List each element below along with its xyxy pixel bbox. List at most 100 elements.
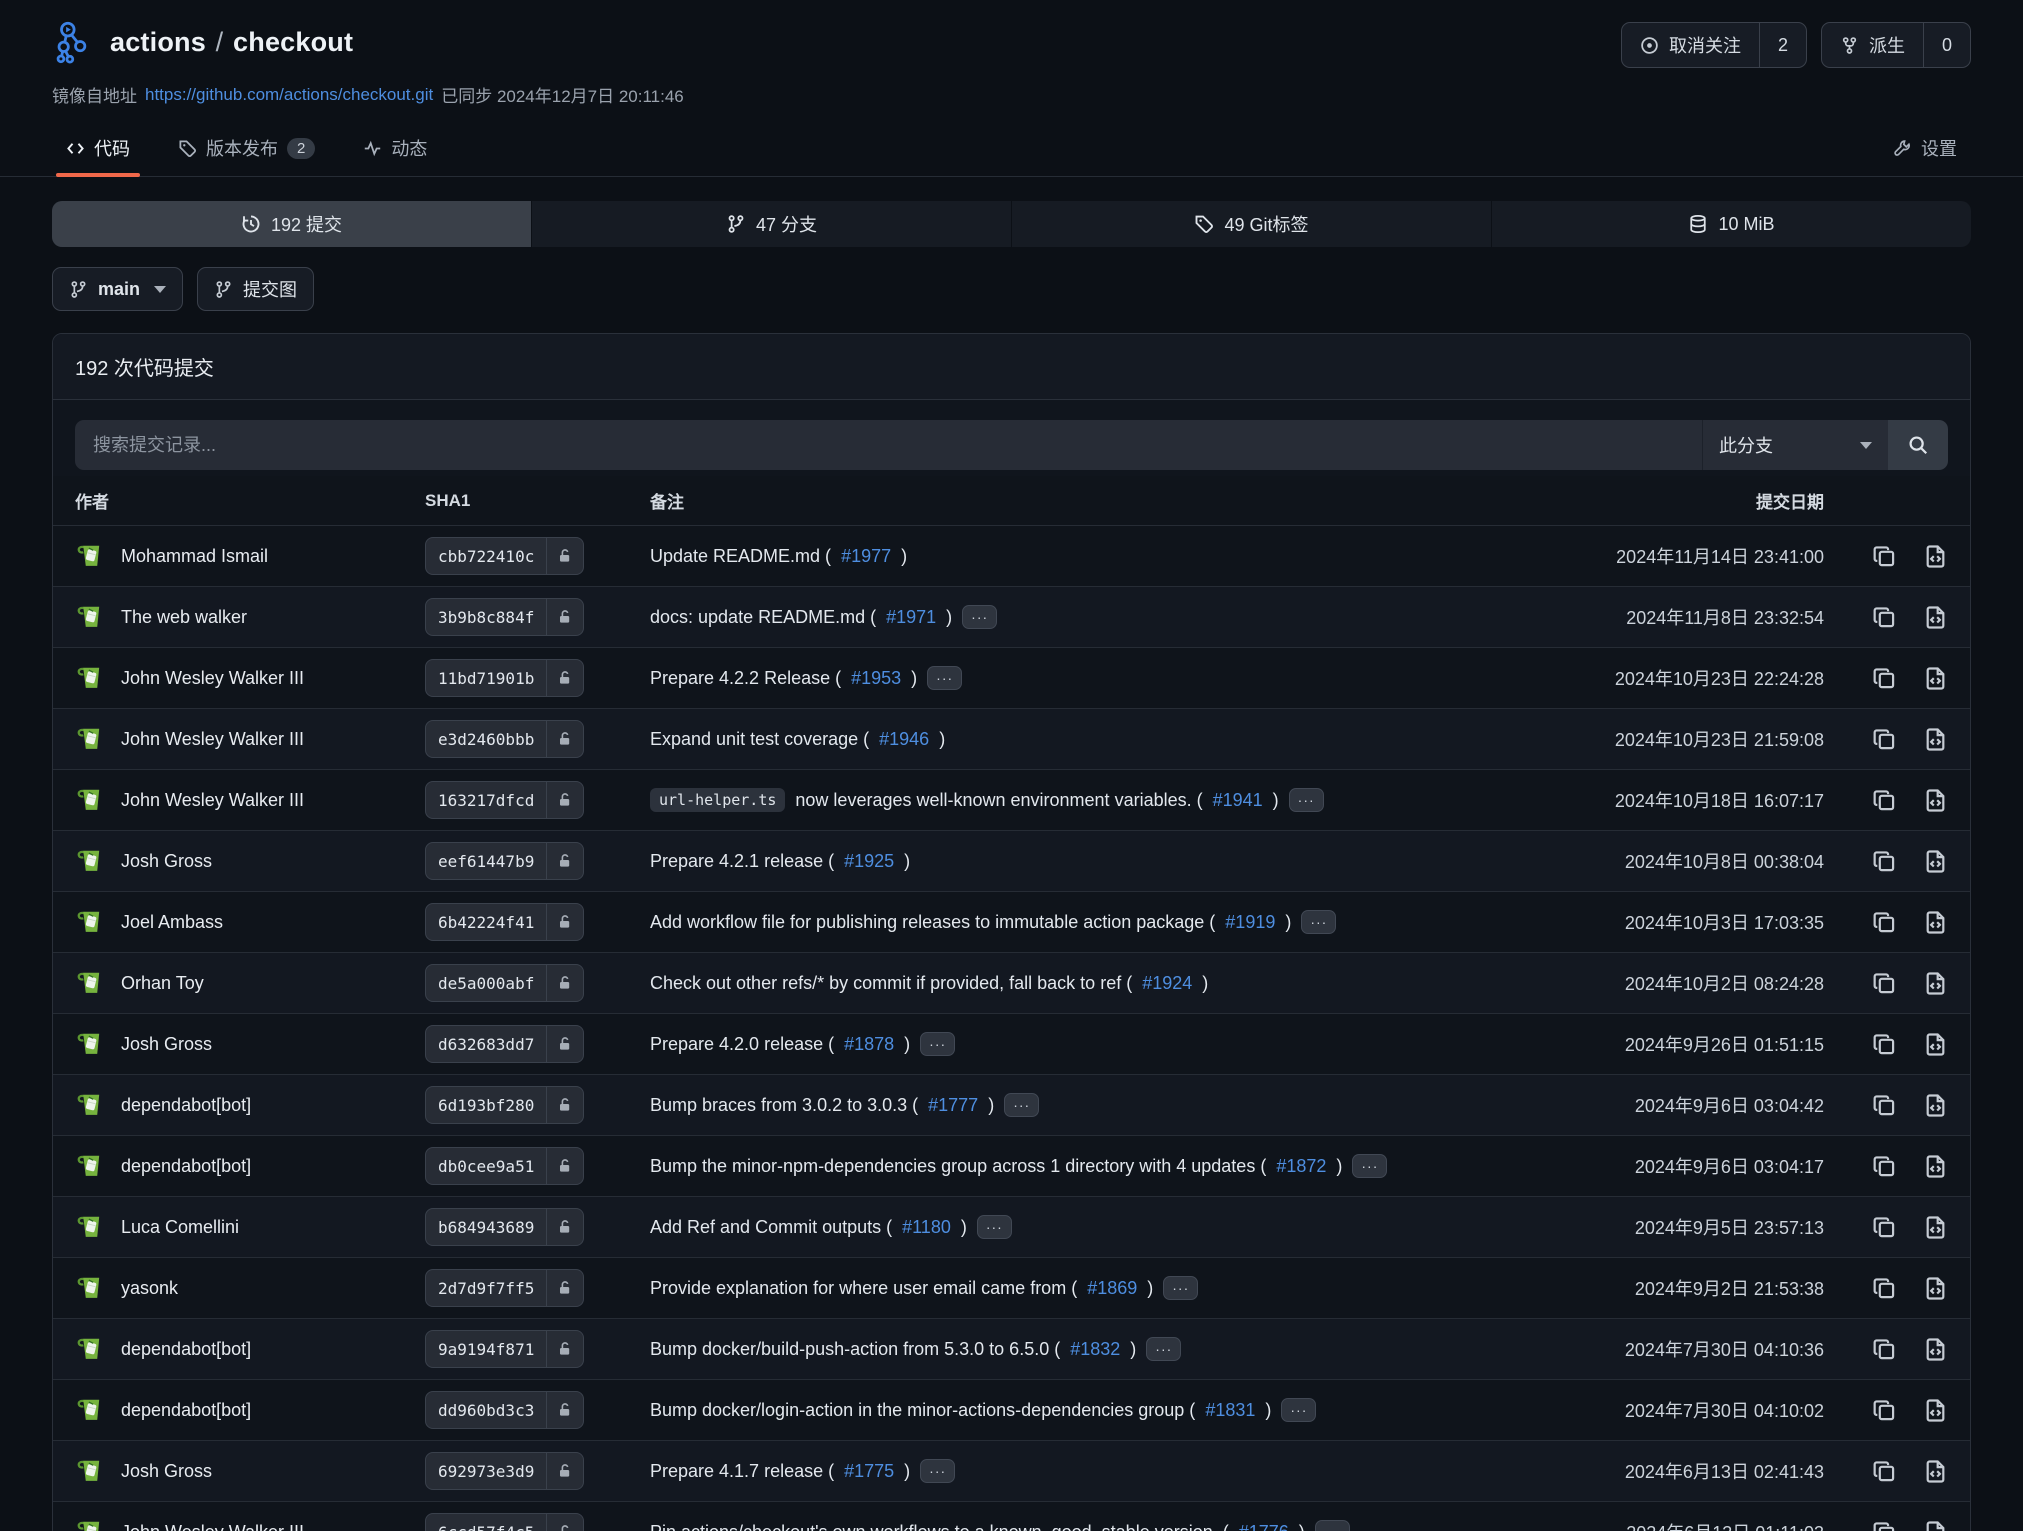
- expand-commit-button[interactable]: ···: [962, 605, 997, 629]
- copy-sha-icon[interactable]: [1872, 788, 1897, 813]
- commit-graph-button[interactable]: 提交图: [197, 267, 314, 311]
- commit-sha-button[interactable]: dd960bd3c3: [425, 1391, 584, 1429]
- view-file-at-commit-icon[interactable]: [1923, 1215, 1948, 1240]
- commit-author[interactable]: Luca Comellini: [121, 1217, 239, 1238]
- branch-selector[interactable]: main: [52, 267, 183, 311]
- copy-sha-icon[interactable]: [1872, 727, 1897, 752]
- issue-link[interactable]: #1971: [886, 607, 936, 628]
- tab-code[interactable]: 代码: [52, 123, 144, 176]
- branch-scope-dropdown[interactable]: 此分支: [1702, 420, 1888, 470]
- copy-sha-icon[interactable]: [1872, 1215, 1897, 1240]
- avatar[interactable]: [75, 541, 105, 571]
- unwatch-button[interactable]: 取消关注 2: [1621, 22, 1807, 68]
- copy-sha-icon[interactable]: [1872, 1032, 1897, 1057]
- copy-sha-icon[interactable]: [1872, 849, 1897, 874]
- expand-commit-button[interactable]: ···: [1146, 1337, 1181, 1361]
- commit-sha-button[interactable]: cbb722410c: [425, 537, 584, 575]
- commit-sha-button[interactable]: 163217dfcd: [425, 781, 584, 819]
- view-file-at-commit-icon[interactable]: [1923, 910, 1948, 935]
- view-file-at-commit-icon[interactable]: [1923, 1276, 1948, 1301]
- issue-link[interactable]: #1925: [844, 851, 894, 872]
- avatar[interactable]: [75, 1517, 105, 1531]
- commit-author[interactable]: Mohammad Ismail: [121, 546, 268, 567]
- avatar[interactable]: [75, 1273, 105, 1303]
- stat-tags[interactable]: 49 Git标签: [1012, 201, 1492, 247]
- issue-link[interactable]: #1775: [844, 1461, 894, 1482]
- commit-author[interactable]: Orhan Toy: [121, 973, 204, 994]
- copy-sha-icon[interactable]: [1872, 1398, 1897, 1423]
- commit-author[interactable]: Josh Gross: [121, 851, 212, 872]
- view-file-at-commit-icon[interactable]: [1923, 727, 1948, 752]
- fork-button[interactable]: 派生 0: [1821, 22, 1971, 68]
- expand-commit-button[interactable]: ···: [1301, 910, 1336, 934]
- commit-sha-button[interactable]: 6b42224f41: [425, 903, 584, 941]
- repo-name-link[interactable]: checkout: [233, 27, 353, 57]
- avatar[interactable]: [75, 724, 105, 754]
- tab-settings[interactable]: 设置: [1879, 123, 1971, 176]
- view-file-at-commit-icon[interactable]: [1923, 544, 1948, 569]
- view-file-at-commit-icon[interactable]: [1923, 1459, 1948, 1484]
- view-file-at-commit-icon[interactable]: [1923, 849, 1948, 874]
- commit-author[interactable]: dependabot[bot]: [121, 1156, 251, 1177]
- issue-link[interactable]: #1180: [902, 1217, 951, 1238]
- commit-author[interactable]: John Wesley Walker III: [121, 790, 304, 811]
- avatar[interactable]: [75, 1029, 105, 1059]
- commit-sha-button[interactable]: 3b9b8c884f: [425, 598, 584, 636]
- watchers-count[interactable]: 2: [1759, 23, 1806, 67]
- issue-link[interactable]: #1832: [1070, 1339, 1120, 1360]
- copy-sha-icon[interactable]: [1872, 1459, 1897, 1484]
- commit-sha-button[interactable]: db0cee9a51: [425, 1147, 584, 1185]
- avatar[interactable]: [75, 602, 105, 632]
- view-file-at-commit-icon[interactable]: [1923, 1154, 1948, 1179]
- commit-author[interactable]: John Wesley Walker III: [121, 1522, 304, 1531]
- commit-author[interactable]: John Wesley Walker III: [121, 729, 304, 750]
- commit-sha-button[interactable]: 11bd71901b: [425, 659, 584, 697]
- commit-sha-button[interactable]: eef61447b9: [425, 842, 584, 880]
- repo-owner-link[interactable]: actions: [110, 27, 206, 57]
- issue-link[interactable]: #1977: [841, 546, 891, 567]
- copy-sha-icon[interactable]: [1872, 971, 1897, 996]
- view-file-at-commit-icon[interactable]: [1923, 971, 1948, 996]
- issue-link[interactable]: #1878: [844, 1034, 894, 1055]
- avatar[interactable]: [75, 663, 105, 693]
- view-file-at-commit-icon[interactable]: [1923, 1032, 1948, 1057]
- commit-author[interactable]: The web walker: [121, 607, 247, 628]
- mirror-url-link[interactable]: https://github.com/actions/checkout.git: [145, 85, 433, 105]
- avatar[interactable]: [75, 1212, 105, 1242]
- view-file-at-commit-icon[interactable]: [1923, 666, 1948, 691]
- commit-author[interactable]: Josh Gross: [121, 1034, 212, 1055]
- commit-sha-button[interactable]: d632683dd7: [425, 1025, 584, 1063]
- expand-commit-button[interactable]: ···: [1352, 1154, 1387, 1178]
- commit-author[interactable]: dependabot[bot]: [121, 1400, 251, 1421]
- commit-author[interactable]: yasonk: [121, 1278, 178, 1299]
- avatar[interactable]: [75, 1090, 105, 1120]
- commit-sha-button[interactable]: 6d193bf280: [425, 1086, 584, 1124]
- commit-sha-button[interactable]: de5a000abf: [425, 964, 584, 1002]
- expand-commit-button[interactable]: ···: [1315, 1520, 1350, 1531]
- commit-sha-button[interactable]: 9a9194f871: [425, 1330, 584, 1368]
- commit-author[interactable]: dependabot[bot]: [121, 1095, 251, 1116]
- issue-link[interactable]: #1869: [1087, 1278, 1137, 1299]
- issue-link[interactable]: #1924: [1142, 973, 1192, 994]
- copy-sha-icon[interactable]: [1872, 1093, 1897, 1118]
- stat-size[interactable]: 10 MiB: [1492, 201, 1971, 247]
- commit-sha-button[interactable]: 6ccd57f4c5: [425, 1513, 584, 1531]
- view-file-at-commit-icon[interactable]: [1923, 1398, 1948, 1423]
- commit-author[interactable]: Josh Gross: [121, 1461, 212, 1482]
- copy-sha-icon[interactable]: [1872, 1154, 1897, 1179]
- expand-commit-button[interactable]: ···: [977, 1215, 1012, 1239]
- expand-commit-button[interactable]: ···: [920, 1032, 955, 1056]
- expand-commit-button[interactable]: ···: [920, 1459, 955, 1483]
- commit-sha-button[interactable]: 692973e3d9: [425, 1452, 584, 1490]
- copy-sha-icon[interactable]: [1872, 1520, 1897, 1531]
- avatar[interactable]: [75, 846, 105, 876]
- commit-sha-button[interactable]: e3d2460bbb: [425, 720, 584, 758]
- copy-sha-icon[interactable]: [1872, 666, 1897, 691]
- forks-count[interactable]: 0: [1923, 23, 1970, 67]
- issue-link[interactable]: #1941: [1213, 790, 1263, 811]
- issue-link[interactable]: #1777: [928, 1095, 978, 1116]
- commit-author[interactable]: dependabot[bot]: [121, 1339, 251, 1360]
- expand-commit-button[interactable]: ···: [927, 666, 962, 690]
- expand-commit-button[interactable]: ···: [1004, 1093, 1039, 1117]
- avatar[interactable]: [75, 968, 105, 998]
